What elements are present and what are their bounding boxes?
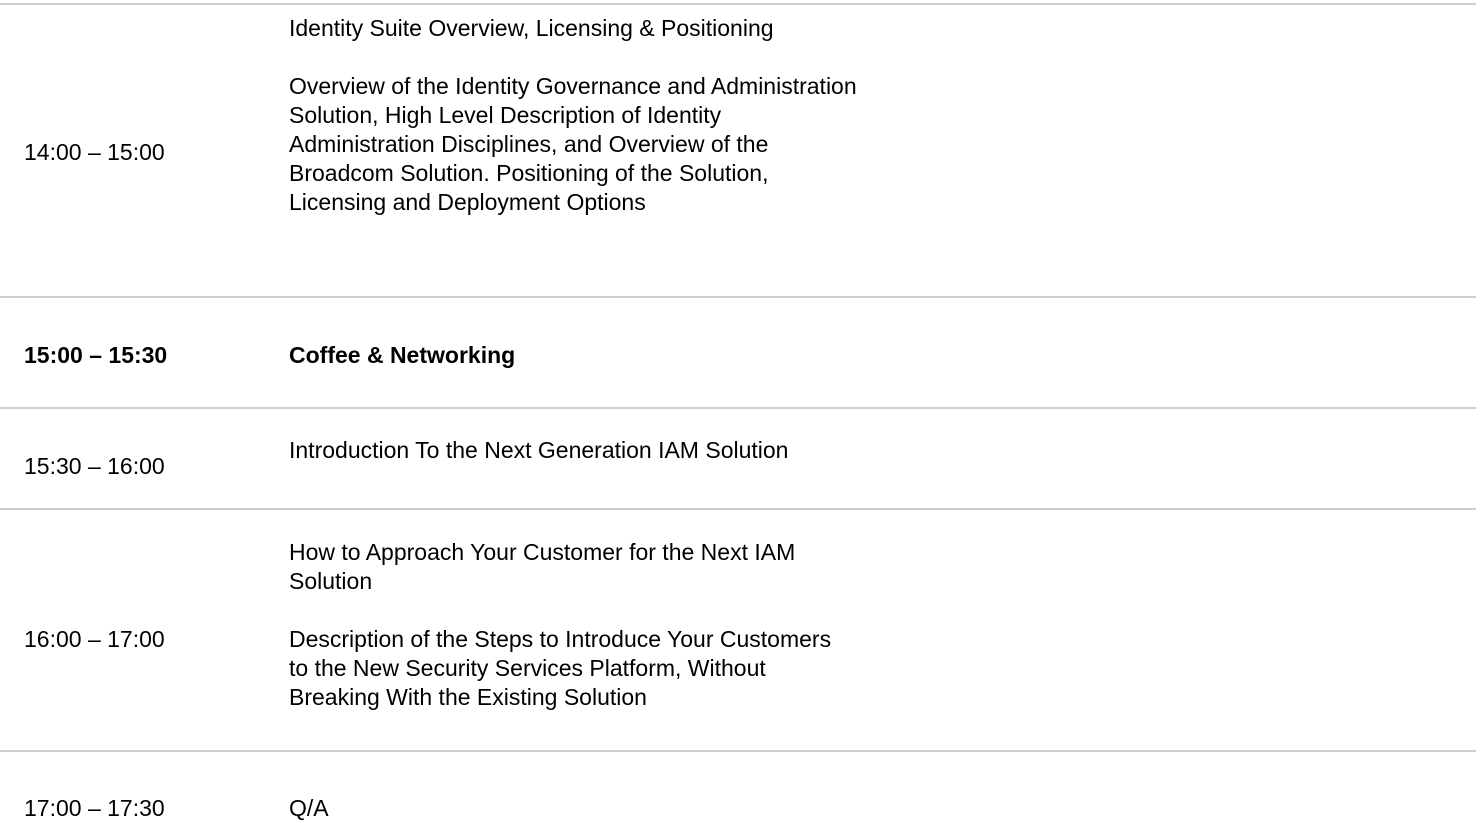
session-description: Overview of the Identity Governance and …: [289, 73, 857, 215]
session-title: Q/A: [289, 795, 329, 821]
session-time: 15:30 – 16:00: [24, 453, 165, 479]
row-divider: [0, 750, 1476, 752]
row-divider: [0, 508, 1476, 510]
session-title: How to Approach Your Customer for the Ne…: [289, 539, 796, 594]
session-details: Q/A: [289, 794, 869, 823]
break-time: 15:00 – 15:30: [24, 342, 168, 368]
session-details: Introduction To the Next Generation IAM …: [289, 436, 809, 465]
break-title: Coffee & Networking: [289, 342, 516, 368]
row-divider: [0, 296, 1476, 298]
session-title: Introduction To the Next Generation IAM …: [289, 437, 789, 463]
session-details: How to Approach Your Customer for the Ne…: [289, 538, 834, 712]
session-description: Description of the Steps to Introduce Yo…: [289, 626, 832, 710]
session-details: Identity Suite Overview, Licensing & Pos…: [289, 14, 869, 217]
row-divider: [0, 407, 1476, 409]
session-time: 17:00 – 17:30: [24, 795, 165, 821]
agenda-table: 14:00 – 15:00 Identity Suite Overview, L…: [0, 0, 1476, 823]
session-time: 16:00 – 17:00: [24, 626, 165, 652]
session-title: Identity Suite Overview, Licensing & Pos…: [289, 15, 774, 41]
row-divider: [0, 3, 1476, 5]
session-time: 14:00 – 15:00: [24, 139, 165, 165]
